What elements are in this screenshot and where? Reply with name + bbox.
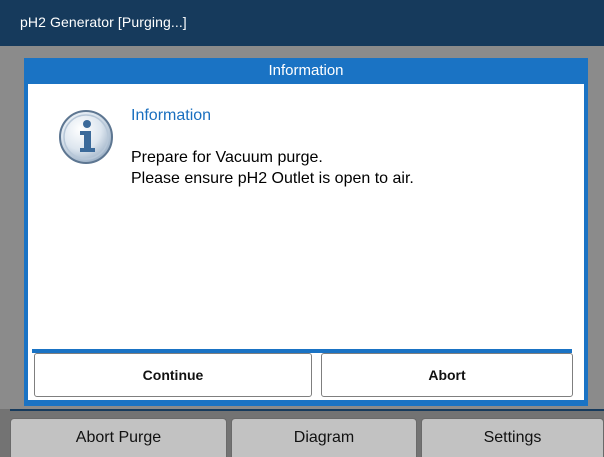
tab-diagram[interactable]: Diagram xyxy=(231,418,417,457)
title-bar: pH2 Generator [Purging...] xyxy=(0,0,604,46)
dialog-header: Information xyxy=(24,58,588,84)
dialog-heading: Information xyxy=(131,107,212,124)
info-icon xyxy=(59,110,113,164)
dialog-message: Prepare for Vacuum purge. Please ensure … xyxy=(131,147,414,189)
tab-settings[interactable]: Settings xyxy=(421,418,604,457)
window-title: pH2 Generator [Purging...] xyxy=(20,14,187,30)
message-line: Please ensure pH2 Outlet is open to air. xyxy=(131,170,414,187)
message-line: Prepare for Vacuum purge. xyxy=(131,149,323,166)
continue-button[interactable]: Continue xyxy=(34,353,312,397)
tab-bar-divider xyxy=(10,409,604,411)
tab-abort-purge[interactable]: Abort Purge xyxy=(10,418,227,457)
abort-button[interactable]: Abort xyxy=(321,353,573,397)
